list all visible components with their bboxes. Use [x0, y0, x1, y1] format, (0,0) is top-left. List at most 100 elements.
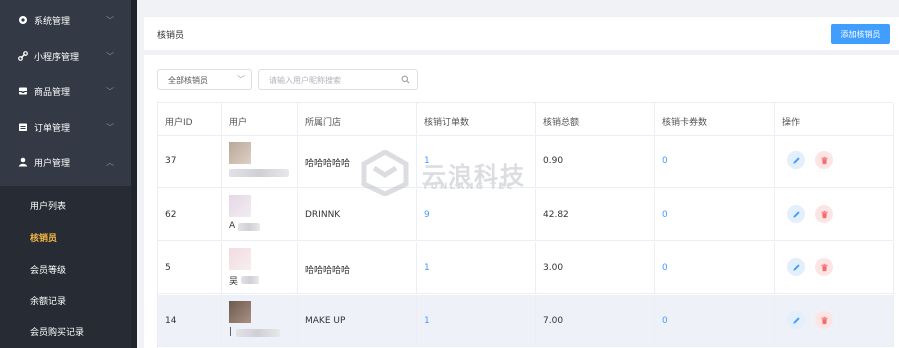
user-name: | [229, 327, 233, 337]
add-verifier-button[interactable]: 添加核销员 [831, 24, 890, 44]
table-row: 14 | MAKE UP 1 7.00 0 [158, 295, 894, 347]
gear-icon [18, 15, 28, 25]
delete-button[interactable] [815, 205, 833, 223]
avatar [229, 142, 251, 164]
select-value: 全部核销员 [168, 76, 208, 85]
user-name-blur [241, 276, 259, 284]
header-cell: 核销卡券数 [655, 103, 775, 135]
submenu-item-balance-record[interactable]: 余额记录 [30, 294, 66, 307]
store-name: 哈哈哈哈哈 [305, 266, 351, 276]
submenu-item-member-purchase[interactable]: 会员购买记录 [30, 325, 84, 338]
avatar [229, 195, 251, 217]
table-header: 用户ID 用户 所属门店 核销订单数 核销总额 核销卡券数 操作 [158, 103, 894, 136]
inbox-icon [18, 86, 28, 96]
page-title: 核销员 [157, 31, 185, 41]
watermark-subtitle: YUNLANG TEC [422, 182, 516, 192]
total-amount: 0.90 [543, 156, 564, 166]
store-name: 哈哈哈哈哈 [305, 159, 351, 169]
user-icon [18, 157, 28, 167]
column-header: 核销总额 [543, 118, 580, 128]
chevron-down-icon: ﹀ [237, 75, 245, 84]
pencil-icon [792, 263, 800, 271]
menu-label: 用户管理 [34, 158, 71, 169]
trash-icon [820, 316, 828, 324]
delete-button[interactable] [815, 151, 833, 169]
card-count-link[interactable]: 0 [662, 156, 668, 166]
card-count-link[interactable]: 0 [662, 316, 668, 326]
avatar [229, 248, 251, 270]
header-cell: 用户ID [158, 103, 222, 135]
verifier-filter-select[interactable]: 全部核销员 ﹀ [157, 69, 252, 90]
submenu-item-verifier[interactable]: 核销员 [30, 231, 57, 244]
user-id: 5 [165, 263, 171, 273]
order-count-link[interactable]: 1 [424, 316, 430, 326]
card-count-link[interactable]: 0 [662, 263, 668, 273]
trash-icon [820, 156, 828, 164]
edit-button[interactable] [787, 151, 805, 169]
order-count-link[interactable]: 9 [424, 210, 430, 220]
total-amount: 7.00 [543, 316, 564, 326]
search-box[interactable] [258, 69, 418, 90]
user-id: 14 [165, 316, 177, 326]
total-amount: 42.82 [543, 210, 569, 220]
user-name-blur [229, 169, 289, 177]
user-name: 吴 [229, 277, 239, 287]
order-count-link[interactable]: 1 [424, 263, 430, 273]
column-header: 操作 [782, 118, 801, 128]
search-icon[interactable] [401, 75, 410, 84]
chevron-down-icon: ﹀ [106, 86, 114, 96]
menu-label: 系统管理 [34, 16, 71, 27]
menu-item-goods[interactable]: 商品管理 ﹀ [0, 73, 131, 109]
user-name: A [229, 221, 236, 231]
chevron-up-icon: ︿ [106, 157, 114, 167]
menu-item-orders[interactable]: 订单管理 ﹀ [0, 109, 131, 145]
search-input[interactable] [269, 74, 394, 86]
chevron-down-icon: ﹀ [106, 122, 114, 132]
table-row: 5 吴 哈哈哈哈哈 1 3.00 0 [158, 242, 894, 294]
column-header: 用户ID [165, 118, 193, 128]
pencil-icon [792, 210, 800, 218]
store-name: MAKE UP [305, 316, 346, 326]
user-id: 62 [165, 210, 177, 220]
delete-button[interactable] [815, 311, 833, 329]
submenu-item-member-level[interactable]: 会员等级 [30, 263, 66, 276]
menu-item-users[interactable]: 用户管理 ︿ [0, 144, 131, 180]
user-name-blur [238, 223, 260, 231]
menu-label: 商品管理 [34, 87, 71, 98]
column-header: 核销订单数 [424, 118, 470, 128]
total-amount: 3.00 [543, 263, 564, 273]
menu-item-system[interactable]: 系统管理 ﹀ [0, 2, 131, 38]
chevron-down-icon: ﹀ [106, 51, 114, 61]
calendar-icon [18, 122, 28, 132]
menu-item-miniprogram[interactable]: 小程序管理 ﹀ [0, 38, 131, 74]
submenu-item-user-list[interactable]: 用户列表 [30, 199, 66, 212]
menu-label: 订单管理 [34, 123, 71, 134]
trash-icon [820, 263, 828, 271]
header-cell: 操作 [775, 103, 894, 135]
sidebar-scrollbar[interactable] [131, 0, 137, 348]
menu-label: 小程序管理 [34, 52, 80, 63]
user-name-blur [236, 329, 280, 337]
column-header: 所属门店 [305, 118, 342, 128]
header-cell: 用户 [222, 103, 298, 135]
header-card: 核销员 [144, 17, 899, 50]
watermark: 云浪科技 YUNLANG TEC [360, 149, 540, 200]
delete-button[interactable] [815, 258, 833, 276]
column-header: 核销卡券数 [662, 118, 708, 128]
user-submenu: 用户列表 核销员 会员等级 余额记录 会员购买记录 [0, 186, 131, 348]
column-header: 用户 [229, 118, 248, 128]
logo-icon [361, 149, 409, 197]
pencil-icon [792, 156, 800, 164]
edit-button[interactable] [787, 258, 805, 276]
verifier-table: 用户ID 用户 所属门店 核销订单数 核销总额 核销卡券数 操作 37 哈哈哈哈… [157, 102, 894, 348]
edit-button[interactable] [787, 311, 805, 329]
header-cell: 核销总额 [536, 103, 655, 135]
user-id: 37 [165, 156, 177, 166]
pencil-icon [792, 316, 800, 324]
header-cell: 所属门店 [298, 103, 417, 135]
header-cell: 核销订单数 [417, 103, 536, 135]
trash-icon [820, 210, 828, 218]
store-name: DRINNK [305, 210, 341, 220]
edit-button[interactable] [787, 205, 805, 223]
card-count-link[interactable]: 0 [662, 210, 668, 220]
